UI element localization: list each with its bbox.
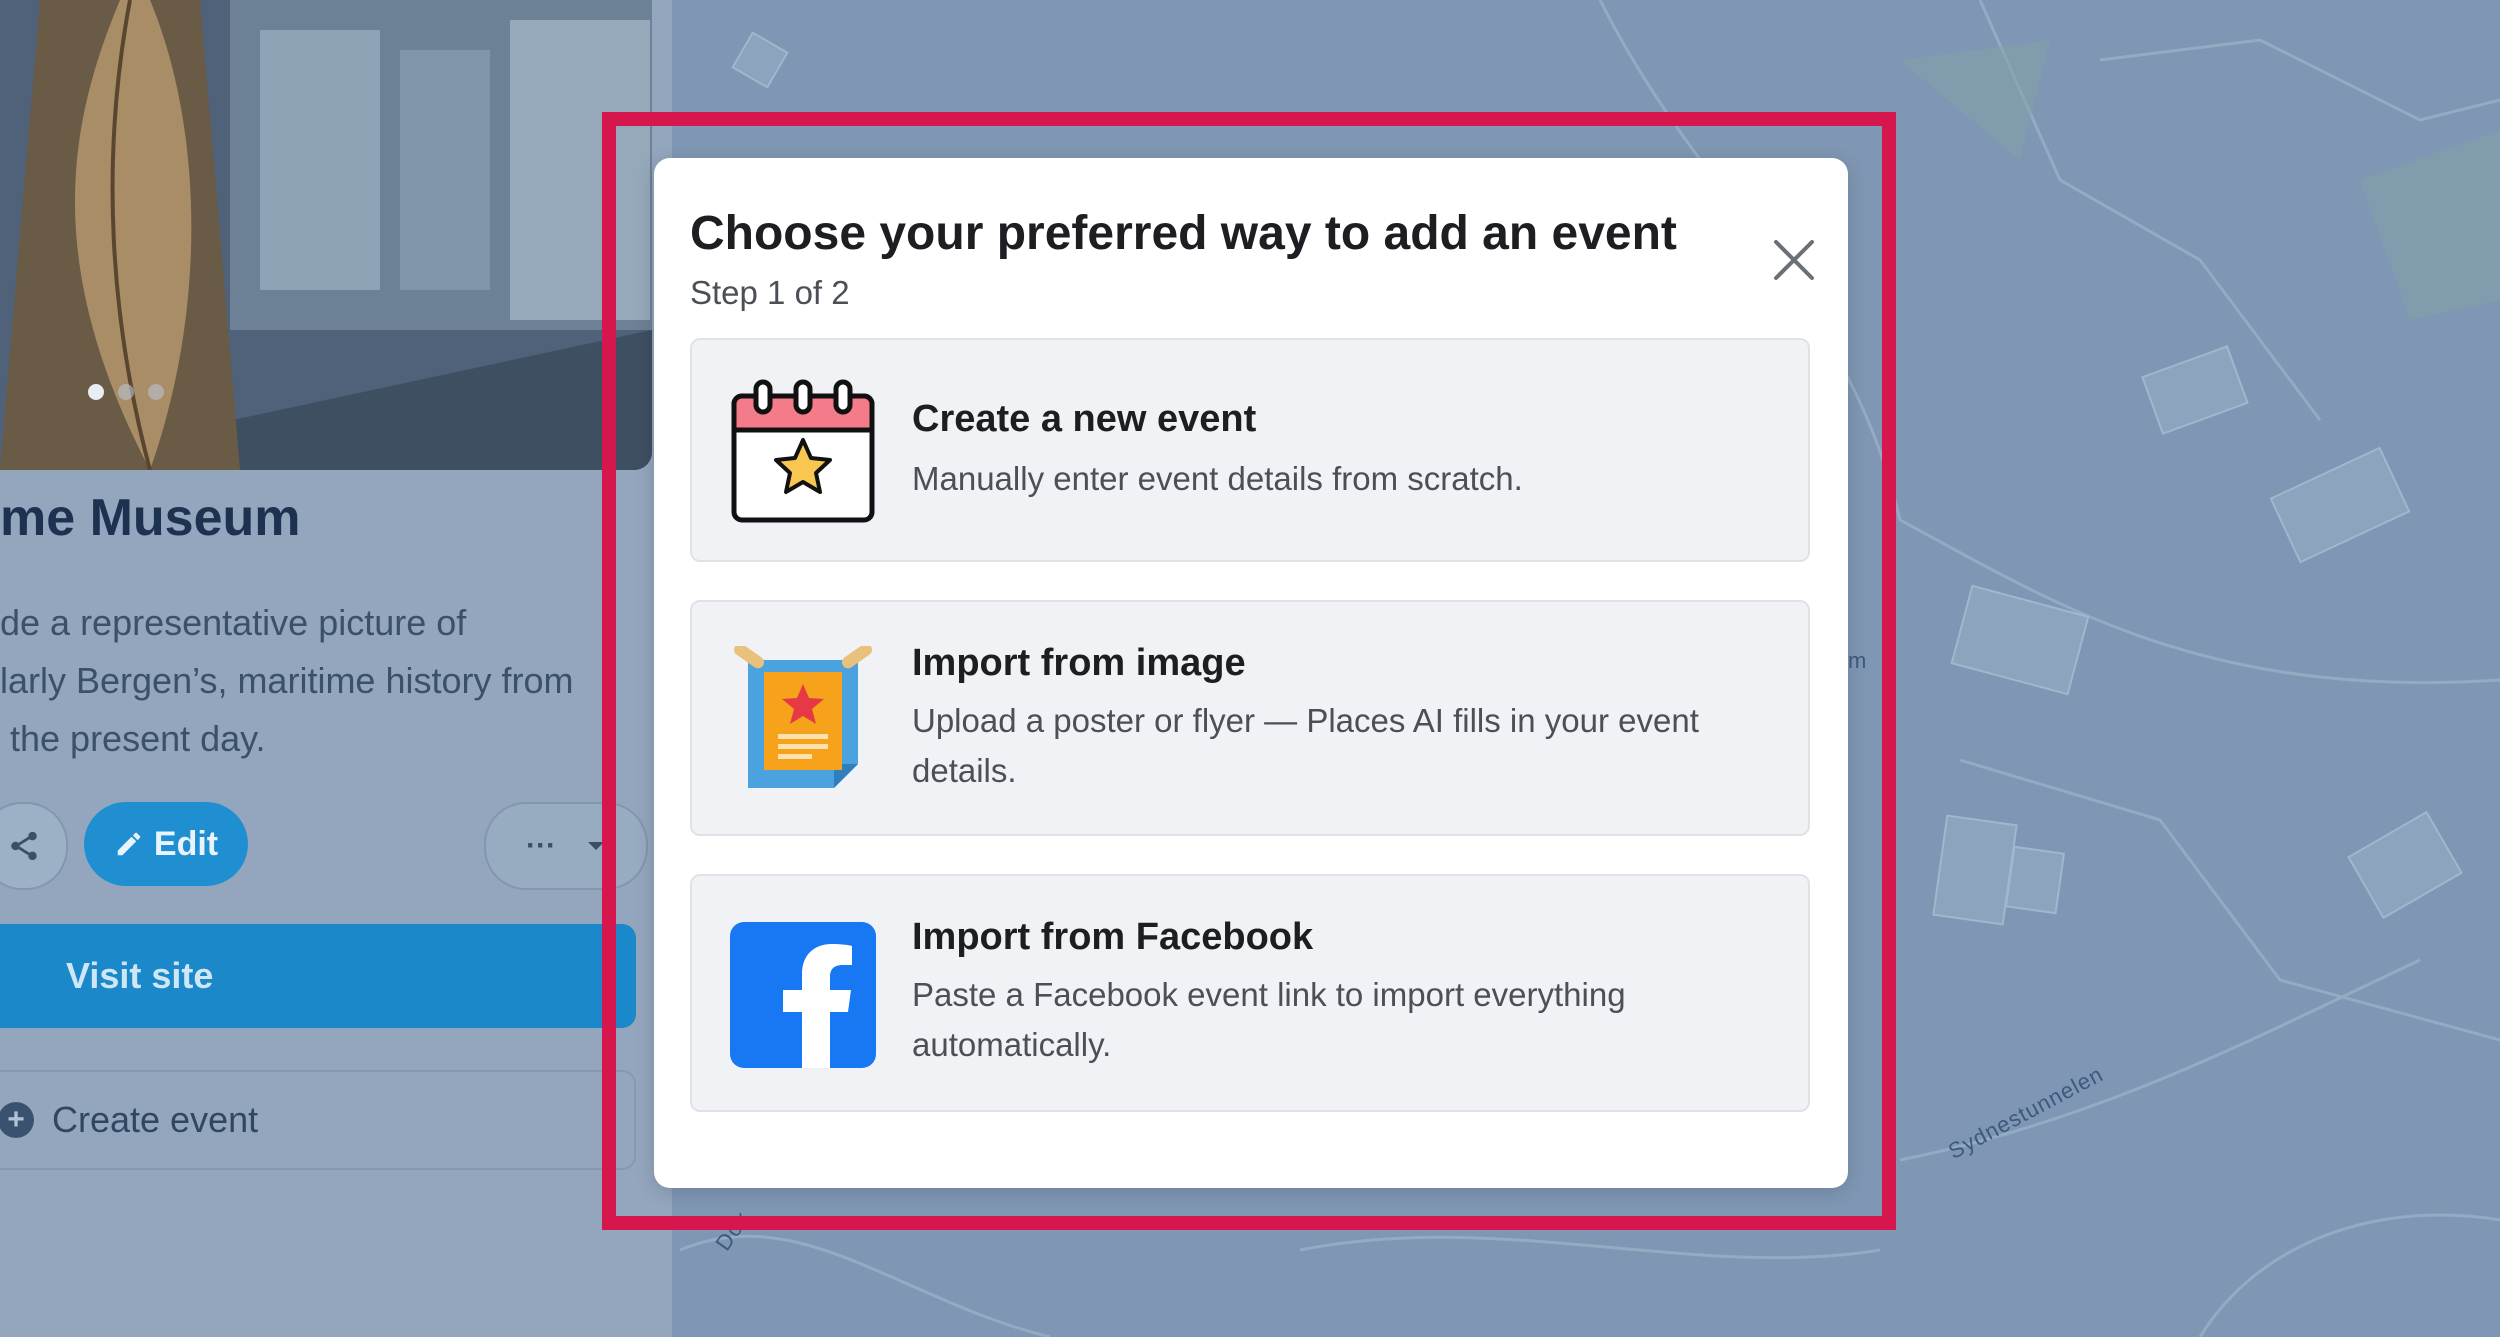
description-line: the present day. bbox=[0, 718, 266, 759]
visit-site-button[interactable]: Visit site bbox=[0, 924, 636, 1028]
carousel-dot[interactable] bbox=[118, 384, 134, 400]
option-description: Upload a poster or flyer — Places AI fil… bbox=[912, 702, 1699, 789]
edit-label: Edit bbox=[153, 824, 219, 863]
create-event-label: Create event bbox=[52, 1099, 259, 1140]
place-panel: me Museum de a representative picture of… bbox=[0, 0, 672, 1337]
plus-icon: + bbox=[0, 1102, 34, 1138]
option-description: Manually enter event details from scratc… bbox=[912, 460, 1523, 497]
option-title: Import from Facebook bbox=[912, 916, 1314, 958]
edit-button[interactable]: Edit bbox=[84, 802, 248, 886]
modal-title: Choose your preferred way to add an even… bbox=[690, 207, 1677, 260]
description-line: larly Bergen’s, maritime history from bbox=[0, 660, 574, 701]
description-line: de a representative picture of bbox=[0, 602, 467, 643]
create-event-button[interactable]: + Create event bbox=[0, 1070, 636, 1170]
option-create-new-event[interactable]: Create a new event Manually enter event … bbox=[690, 338, 1810, 562]
option-import-from-image[interactable]: Import from image Upload a poster or fly… bbox=[690, 600, 1810, 836]
option-import-from-facebook[interactable]: Import from Facebook Paste a Facebook ev… bbox=[690, 874, 1810, 1112]
close-button[interactable] bbox=[1764, 230, 1824, 290]
calendar-star-icon bbox=[730, 378, 876, 524]
close-icon bbox=[1774, 240, 1814, 280]
carousel-dot[interactable] bbox=[88, 384, 104, 400]
share-button[interactable] bbox=[0, 802, 68, 890]
place-photo[interactable] bbox=[0, 0, 652, 470]
option-title: Create a new event bbox=[912, 398, 1257, 440]
option-title: Import from image bbox=[912, 642, 1246, 684]
poster-icon bbox=[730, 643, 876, 792]
more-label: ··· bbox=[526, 829, 556, 862]
pencil-icon bbox=[117, 832, 141, 856]
share-icon bbox=[11, 831, 37, 861]
place-title: me Museum bbox=[0, 489, 301, 547]
carousel-dot[interactable] bbox=[148, 384, 164, 400]
carousel-dots bbox=[88, 384, 164, 400]
modal-step-indicator: Step 1 of 2 bbox=[690, 274, 850, 311]
facebook-icon bbox=[730, 922, 876, 1068]
place-description: de a representative picture of larly Ber… bbox=[0, 594, 640, 768]
add-event-modal: Choose your preferred way to add an even… bbox=[654, 158, 1848, 1188]
option-description: Paste a Facebook event link to import ev… bbox=[912, 976, 1626, 1063]
visit-label: Visit site bbox=[66, 955, 214, 996]
